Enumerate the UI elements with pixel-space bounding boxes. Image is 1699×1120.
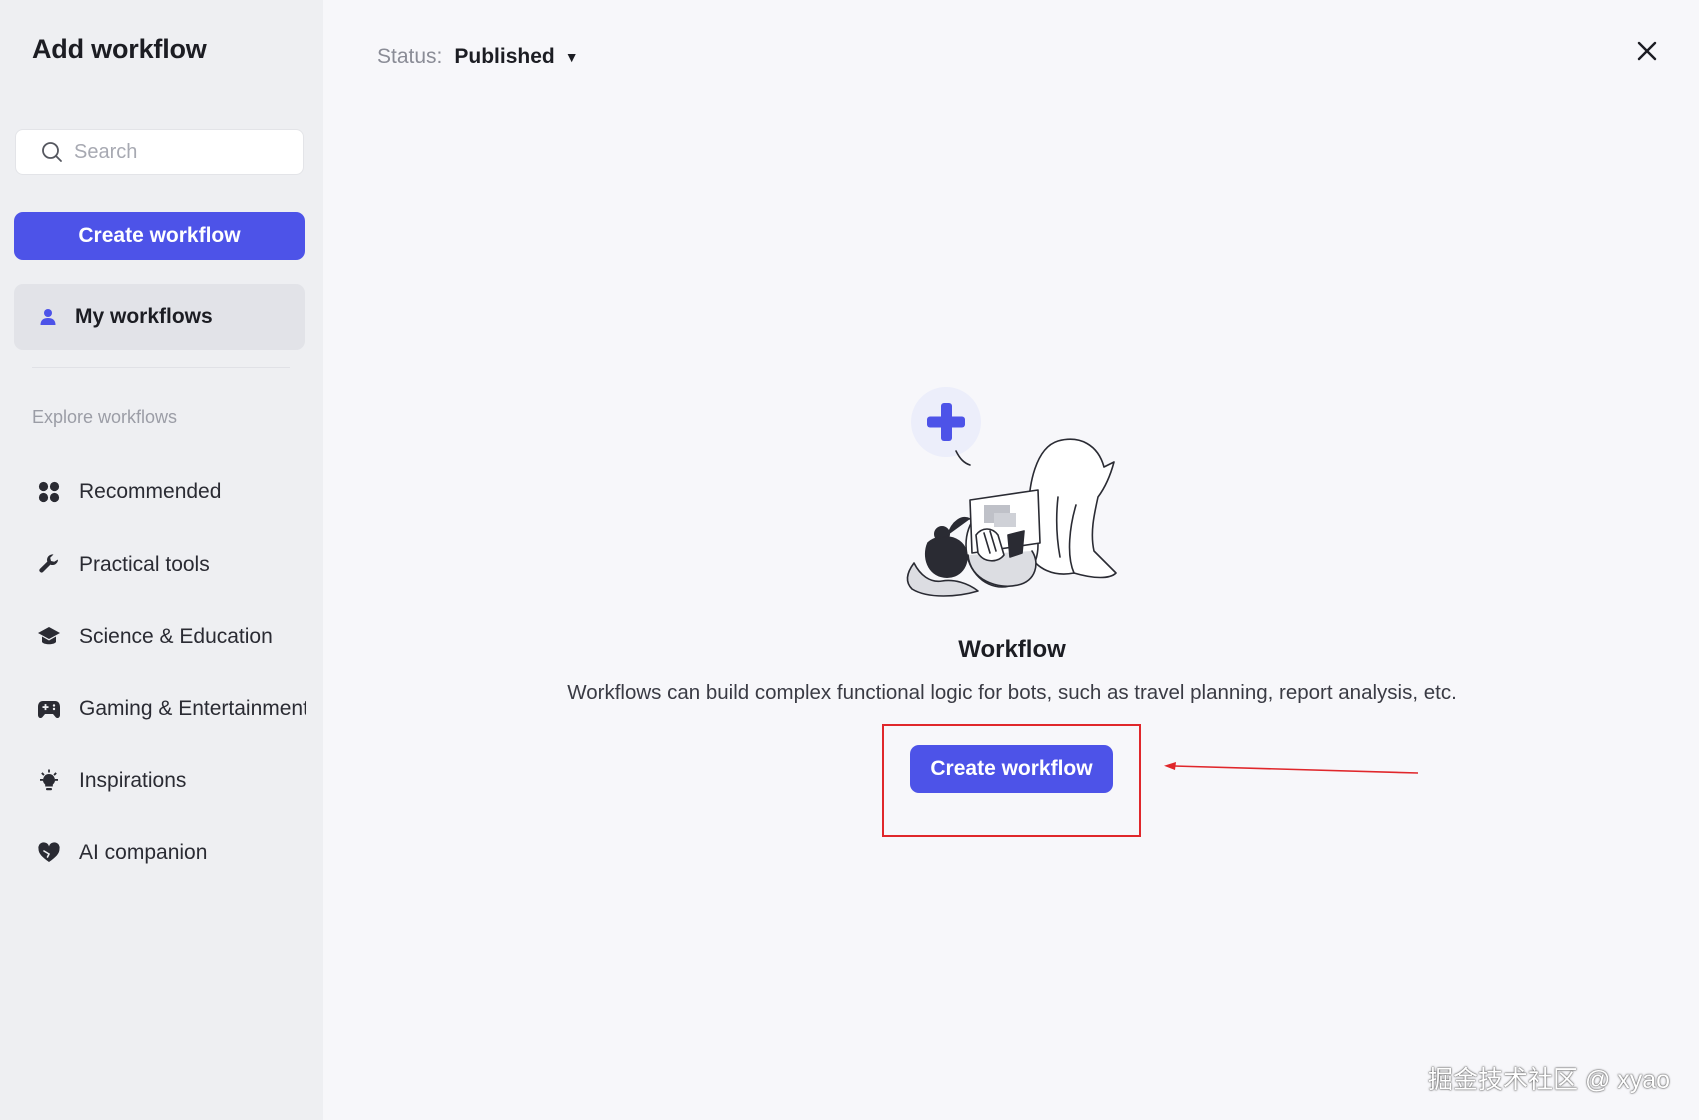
close-icon: [1637, 41, 1657, 61]
grid-icon: [36, 479, 62, 505]
watermark: 掘金技术社区 @ xyao: [1428, 1066, 1671, 1094]
sidebar-title: Add workflow: [32, 34, 207, 64]
status-value[interactable]: Published: [454, 45, 554, 69]
sidebar-divider: [32, 367, 290, 368]
sidebar: Add workflow Create workflow My workflow…: [0, 0, 323, 1120]
annotation-arrow-icon: [1164, 762, 1419, 774]
sidebar-item-my-workflows[interactable]: My workflows: [14, 284, 305, 350]
search-box[interactable]: [15, 129, 304, 175]
sidebar-item-inspirations[interactable]: Inspirations: [36, 759, 306, 803]
status-filter[interactable]: Status: Published ▼: [377, 45, 579, 69]
sidebar-item-label: Practical tools: [79, 553, 210, 576]
sidebar-item-label: AI companion: [79, 841, 208, 864]
heart-icon: [36, 840, 62, 866]
workflow-illustration: [906, 387, 1117, 597]
create-workflow-main-button[interactable]: Create workflow: [910, 745, 1113, 793]
sidebar-item-ai-companion[interactable]: AI companion: [36, 831, 306, 875]
search-input[interactable]: [74, 140, 294, 164]
my-workflows-label: My workflows: [75, 305, 213, 328]
sidebar-item-label: Recommended: [79, 480, 222, 503]
search-icon: [42, 142, 62, 162]
create-workflow-button[interactable]: Create workflow: [14, 212, 305, 260]
user-icon: [40, 309, 56, 325]
explore-workflows-heading: Explore workflows: [32, 407, 178, 427]
sidebar-item-practical-tools[interactable]: Practical tools: [36, 543, 306, 587]
status-label: Status:: [377, 45, 443, 68]
close-button[interactable]: [1632, 36, 1662, 66]
caret-down-icon[interactable]: ▼: [565, 49, 579, 65]
empty-state-description: Workflows can build complex functional l…: [567, 681, 1457, 704]
sidebar-item-recommended[interactable]: Recommended: [36, 470, 306, 514]
empty-state-title: Workflow: [958, 636, 1066, 663]
wrench-icon: [36, 552, 62, 578]
lightbulb-icon: [36, 768, 62, 794]
sidebar-item-label: Inspirations: [79, 769, 187, 792]
